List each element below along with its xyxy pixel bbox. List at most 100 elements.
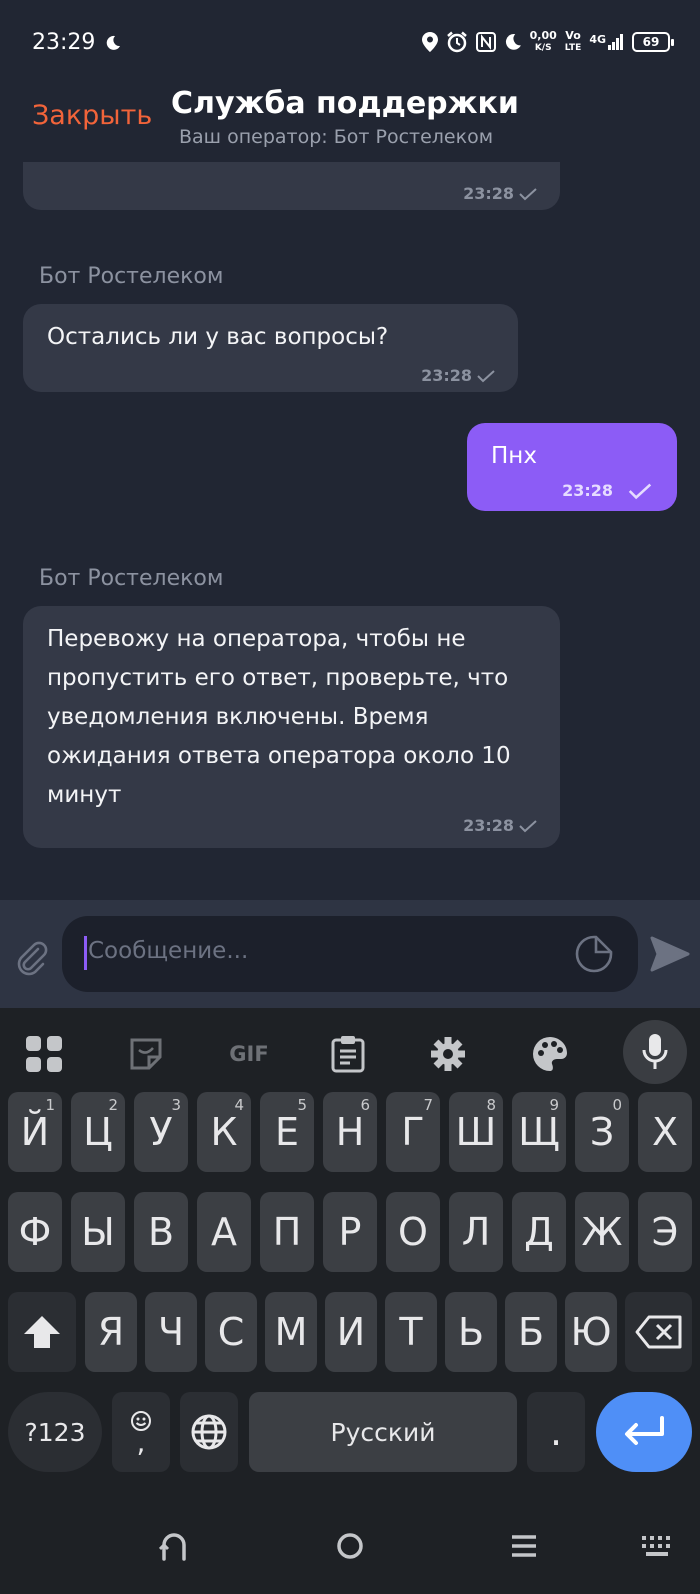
chat-header: Закрыть Служба поддержки Ваш оператор: Б… [0, 86, 700, 162]
globe-icon [191, 1414, 227, 1450]
key-В[interactable]: В [134, 1192, 188, 1272]
battery-indicator: 69 [632, 32, 674, 52]
message-time: 23:28 [463, 816, 514, 835]
key-Ы[interactable]: Ы [71, 1192, 125, 1272]
network-type: 4G [589, 34, 624, 50]
key-Й[interactable]: Й1 [8, 1092, 62, 1172]
key-Б[interactable]: Б [505, 1292, 557, 1372]
message-bubble: Перевожу на оператора, чтобы не пропусти… [23, 606, 560, 848]
message-input-bar: Сообщение... [0, 900, 700, 1008]
key-Э[interactable]: Э [638, 1192, 692, 1272]
message-sender: Бот Ростелеком [39, 264, 224, 289]
key-Р[interactable]: Р [323, 1192, 377, 1272]
status-time-group: 23:29 [32, 30, 121, 55]
symbols-key[interactable]: ?123 [8, 1392, 102, 1472]
key-Ц[interactable]: Ц2 [71, 1092, 125, 1172]
home-nav-icon[interactable] [328, 1524, 372, 1568]
key-П[interactable]: П [260, 1192, 314, 1272]
key-Ш[interactable]: Ш8 [449, 1092, 503, 1172]
operator-subtitle: Ваш оператор: Бот Ростелеком [179, 126, 494, 148]
key-Ь[interactable]: Ь [445, 1292, 497, 1372]
apps-icon[interactable] [22, 1032, 66, 1076]
key-К[interactable]: К4 [197, 1092, 251, 1172]
keyboard-hide-icon[interactable] [636, 1524, 680, 1568]
status-icons: 0,00 K/S Vo LTE 4G 69 [421, 29, 674, 54]
key-И[interactable]: И [325, 1292, 377, 1372]
clipboard-icon[interactable] [326, 1032, 370, 1076]
key-О[interactable]: О [386, 1192, 440, 1272]
key-Г[interactable]: Г7 [386, 1092, 440, 1172]
key-А[interactable]: А [197, 1192, 251, 1272]
key-З[interactable]: З0 [575, 1092, 629, 1172]
key-Н[interactable]: Н6 [323, 1092, 377, 1172]
shift-key[interactable] [8, 1292, 76, 1372]
key-Щ[interactable]: Щ9 [512, 1092, 566, 1172]
gif-button[interactable]: GIF [224, 1032, 274, 1076]
sticker-icon[interactable] [124, 1032, 168, 1076]
message-text: Остались ли у вас вопросы? [47, 324, 389, 350]
key-Т[interactable]: Т [385, 1292, 437, 1372]
message-time: 23:28 [562, 481, 613, 500]
mic-icon[interactable] [623, 1020, 687, 1084]
close-button[interactable]: Закрыть [32, 100, 152, 131]
paperclip-icon[interactable] [14, 940, 50, 976]
gear-icon[interactable] [426, 1032, 470, 1076]
key-Х[interactable]: Х [638, 1092, 692, 1172]
message-time: 23:28 [421, 366, 472, 385]
message-meta: 23:28 [562, 471, 655, 510]
key-Д[interactable]: Д [512, 1192, 566, 1272]
net-speed: 0,00 K/S [529, 29, 557, 54]
chat-messages[interactable]: 23:28 Бот Ростелеком Остались ли у вас в… [0, 162, 700, 900]
check-icon [519, 819, 537, 832]
key-У[interactable]: У3 [134, 1092, 188, 1172]
backspace-icon [635, 1315, 681, 1349]
text-caret [84, 936, 87, 970]
moon-icon [505, 33, 521, 50]
check-icon [628, 483, 652, 499]
enter-icon [625, 1416, 664, 1445]
space-key[interactable]: Русский [249, 1392, 517, 1472]
period-key[interactable]: . [527, 1392, 585, 1472]
key-Е[interactable]: Е5 [260, 1092, 314, 1172]
enter-key[interactable] [596, 1392, 692, 1472]
check-icon [519, 187, 537, 200]
status-time: 23:29 [32, 30, 96, 55]
signal-icon [608, 34, 623, 50]
sticker-icon[interactable] [574, 934, 614, 974]
message-sender: Бот Ростелеком [39, 566, 224, 591]
message-input[interactable]: Сообщение... [62, 916, 638, 992]
send-icon[interactable] [650, 936, 690, 972]
check-icon [477, 369, 495, 382]
key-М[interactable]: М [265, 1292, 317, 1372]
alarm-icon [446, 31, 467, 53]
key-Ф[interactable]: Ф [8, 1192, 62, 1272]
recents-nav-icon[interactable] [502, 1524, 546, 1568]
moon-icon [107, 35, 121, 50]
message-meta: 23:28 [421, 356, 496, 395]
page-title: Служба поддержки [171, 86, 519, 121]
message-meta: 23:28 [463, 174, 538, 213]
language-key[interactable] [180, 1392, 238, 1472]
status-bar: 23:29 0,00 K/S Vo LTE 4G 69 [0, 0, 700, 86]
message-meta: 23:28 [463, 806, 538, 845]
message-bubble-outgoing: Пнх 23:28 [467, 423, 677, 511]
message-bubble: Остались ли у вас вопросы? 23:28 [23, 304, 518, 392]
volte-indicator: Vo LTE [564, 29, 582, 54]
system-nav-bar [0, 1508, 700, 1594]
key-Ю[interactable]: Ю [565, 1292, 617, 1372]
backspace-key[interactable] [625, 1292, 692, 1372]
key-Я[interactable]: Я [85, 1292, 137, 1372]
emoji-comma-key[interactable]: , [112, 1392, 170, 1472]
nfc-icon [475, 32, 496, 52]
onscreen-keyboard: GIF Й1 Ц2 У3 К4 Е5 Н6 Г7 Ш8 Щ9 З0 Х Ф Ы … [0, 1008, 700, 1594]
message-placeholder: Сообщение... [88, 938, 249, 964]
message-time: 23:28 [463, 184, 514, 203]
key-Ж[interactable]: Ж [575, 1192, 629, 1272]
key-Ч[interactable]: Ч [145, 1292, 197, 1372]
key-С[interactable]: С [205, 1292, 257, 1372]
location-icon [421, 32, 438, 52]
palette-icon[interactable] [528, 1032, 572, 1076]
message-bubble: 23:28 [23, 162, 560, 210]
back-nav-icon[interactable] [152, 1524, 196, 1568]
key-Л[interactable]: Л [449, 1192, 503, 1272]
